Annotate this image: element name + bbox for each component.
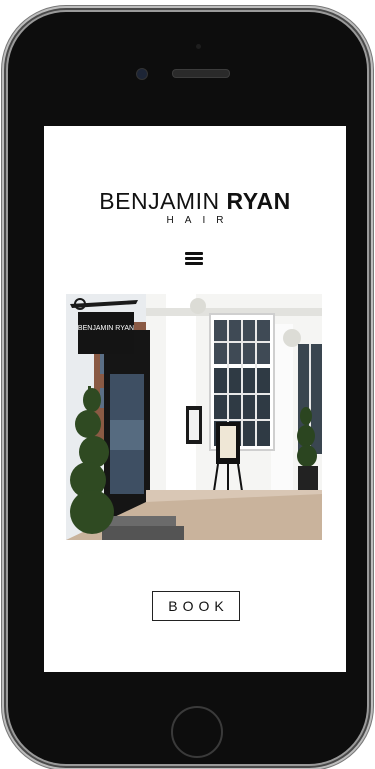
- menu-bar-line: [185, 257, 203, 260]
- front-camera: [136, 68, 148, 80]
- storefront-illustration: BENJAMIN RYAN: [66, 294, 322, 540]
- book-button[interactable]: BOOK: [152, 591, 240, 621]
- menu-bar-line: [185, 262, 203, 265]
- hamburger-menu-icon[interactable]: [185, 252, 203, 266]
- logo-tagline: HAIR: [166, 215, 235, 226]
- hanging-sign-text: BENJAMIN RYAN: [78, 325, 134, 332]
- logo-name-bold: RYAN: [226, 188, 291, 214]
- screen: BENJAMIN RYAN HAIR BENJAMIN RYAN BOOK: [44, 126, 346, 672]
- brand-logo[interactable]: BENJAMIN RYAN HAIR: [44, 188, 346, 226]
- logo-name-light: BENJAMIN: [99, 188, 220, 214]
- home-button[interactable]: [171, 706, 223, 758]
- logo-wordmark: BENJAMIN RYAN: [44, 188, 346, 214]
- proximity-sensor: [196, 44, 201, 49]
- earpiece-speaker: [172, 69, 230, 78]
- menu-bar-line: [185, 252, 203, 255]
- salon-storefront-photo: BENJAMIN RYAN: [66, 294, 322, 540]
- phone-frame: BENJAMIN RYAN HAIR BENJAMIN RYAN BOOK: [8, 12, 367, 764]
